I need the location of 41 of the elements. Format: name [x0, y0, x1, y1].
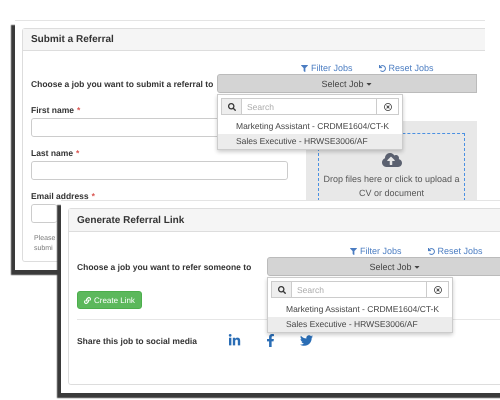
- required-mark: *: [76, 148, 80, 158]
- field-label: First name: [31, 105, 74, 115]
- share-label: Share this job to social media: [77, 336, 198, 346]
- window-title: Generate Referral Link: [77, 214, 184, 226]
- input-field[interactable]: [31, 204, 57, 223]
- required-mark: *: [77, 105, 80, 115]
- filter-jobs-link[interactable]: Filter Jobs: [350, 246, 402, 256]
- link-icon: [84, 296, 91, 304]
- dropzone-text: Drop files here or click to upload a CV or document: [322, 173, 461, 200]
- job-option[interactable]: Sales Executive - HRWSE3006/AF: [268, 317, 452, 332]
- select-job-button[interactable]: Select Job: [267, 257, 500, 276]
- reset-jobs-link[interactable]: Reset Jobs: [378, 63, 434, 73]
- clear-button[interactable]: [426, 281, 449, 298]
- filter-icon: [301, 64, 308, 72]
- required-mark: *: [92, 191, 95, 201]
- filter-icon: [350, 248, 357, 254]
- undo-icon: [428, 248, 435, 254]
- clear-icon: [384, 102, 392, 110]
- job-option[interactable]: Sales Executive - HRWSE3006/AF: [218, 134, 402, 149]
- job-label: Choose a job you want to submit a referral to: [31, 78, 214, 88]
- facebook-icon[interactable]: [264, 334, 277, 347]
- undo-icon: [378, 64, 386, 72]
- job-label: Choose a job you want to refer someone to: [77, 262, 252, 272]
- search-field[interactable]: Search: [242, 98, 376, 115]
- cloud-upload-icon: [382, 150, 402, 170]
- search-icon: [271, 281, 292, 298]
- clear-icon: [434, 286, 442, 294]
- linkedin-icon[interactable]: [228, 334, 241, 347]
- search-icon: [221, 98, 242, 115]
- filter-jobs-link[interactable]: Filter Jobs: [301, 63, 353, 73]
- job-option[interactable]: Marketing Assistant - CRDME1604/CT-K: [218, 119, 402, 134]
- twitter-icon[interactable]: [300, 334, 313, 347]
- field-label: Last name: [31, 148, 74, 158]
- input-field[interactable]: [31, 161, 288, 180]
- clear-button[interactable]: [376, 98, 399, 115]
- reset-jobs-link[interactable]: Reset Jobs: [428, 246, 483, 256]
- field-label: Email address: [31, 191, 89, 201]
- job-option[interactable]: Marketing Assistant - CRDME1604/CT-K: [268, 302, 452, 317]
- select-job-button[interactable]: Select Job: [217, 74, 477, 93]
- window-title: Submit a Referral: [31, 34, 114, 45]
- search-field[interactable]: Search: [292, 281, 426, 298]
